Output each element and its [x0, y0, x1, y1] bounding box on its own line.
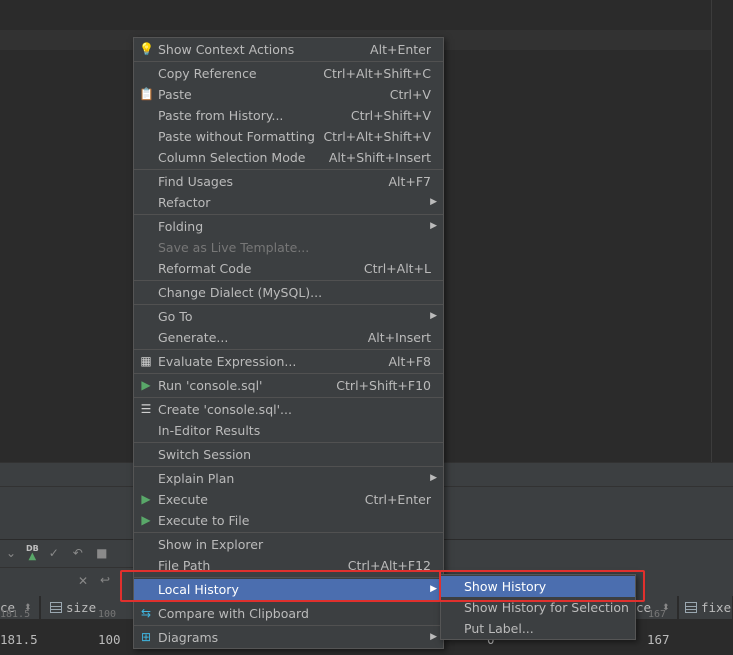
- menu-separator: [134, 397, 443, 398]
- menu-item-save-as-live-template: Save as Live Template...: [158, 240, 310, 255]
- column-header-label: size: [66, 600, 97, 615]
- diagram-icon: ⊞: [140, 630, 152, 644]
- menu-item-find-usages[interactable]: Find Usages Alt+F7: [134, 171, 443, 192]
- clipboard-icon: 📋: [139, 87, 154, 101]
- menu-item-folding[interactable]: Folding ▶: [134, 216, 443, 237]
- editor-scroll-strip[interactable]: [712, 0, 733, 462]
- menu-item-generate[interactable]: Generate... Alt+Insert: [134, 327, 443, 348]
- rollback-icon[interactable]: ↶: [69, 546, 87, 560]
- menu-item-file-path[interactable]: File Path Ctrl+Alt+F12: [134, 555, 443, 576]
- column-header-label: fixe: [701, 600, 732, 615]
- menu-item-in-editor-results[interactable]: In-Editor Results: [134, 420, 443, 441]
- grid-cell[interactable]: 167: [647, 630, 670, 650]
- execute-to-file-icon: ▶: [141, 513, 151, 527]
- execute-icon: ▶: [141, 492, 151, 506]
- grid-cell[interactable]: 181.5: [0, 610, 30, 620]
- menu-item-show-in-explorer[interactable]: Show in Explorer: [134, 534, 443, 555]
- menu-item-compare-with-clipboard[interactable]: ⇆ Compare with Clipboard: [134, 603, 443, 624]
- database-icon: ☰: [140, 402, 152, 416]
- submenu-arrow-icon: ▶: [430, 221, 437, 231]
- column-header[interactable]: size: [41, 596, 134, 620]
- stop-icon[interactable]: ■: [93, 546, 111, 560]
- menu-item-copy-reference[interactable]: Copy Reference Ctrl+Alt+Shift+C: [134, 63, 443, 84]
- menu-item-evaluate-expression[interactable]: ▦ Evaluate Expression... Alt+F8: [134, 351, 443, 372]
- menu-separator: [134, 214, 443, 215]
- menu-separator: [134, 601, 443, 602]
- menu-item-reformat-code[interactable]: Reformat Code Ctrl+Alt+L: [134, 258, 443, 279]
- menu-item-execute-to-file[interactable]: ▶ Execute to File: [134, 510, 443, 531]
- submenu-item-show-history-for-selection[interactable]: Show History for Selection: [441, 597, 635, 618]
- column-icon: [685, 602, 697, 613]
- menu-item-explain-plan[interactable]: Explain Plan ▶: [134, 468, 443, 489]
- results-toolbar: ⌄ DB ▲ ✓ ↶ ■: [0, 540, 134, 566]
- menu-item-refactor[interactable]: Refactor ▶: [134, 192, 443, 213]
- grid-cell[interactable]: 167: [648, 610, 666, 620]
- menu-item-change-dialect[interactable]: Change Dialect (MySQL)...: [134, 282, 443, 303]
- menu-separator: [134, 280, 443, 281]
- menu-item-run-console-sql[interactable]: ▶ Run 'console.sql' Ctrl+Shift+F10: [134, 375, 443, 396]
- menu-item-paste[interactable]: 📋 Paste Ctrl+V: [134, 84, 443, 105]
- menu-item-show-context-actions[interactable]: 💡 Show Context Actions Alt+Enter: [134, 39, 443, 60]
- revert-icon[interactable]: ↩: [100, 573, 110, 587]
- menu-item-diagrams[interactable]: ⊞ Diagrams ▶: [134, 627, 443, 648]
- menu-separator: [134, 442, 443, 443]
- menu-item-go-to[interactable]: Go To ▶: [134, 306, 443, 327]
- grid-cell[interactable]: 100: [98, 610, 116, 620]
- menu-item-paste-from-history[interactable]: Paste from History... Ctrl+Shift+V: [134, 105, 443, 126]
- menu-separator: [134, 349, 443, 350]
- compare-icon: ⇆: [140, 606, 152, 620]
- menu-separator: [134, 169, 443, 170]
- run-icon: ▶: [141, 378, 151, 392]
- lightbulb-icon: 💡: [139, 42, 154, 56]
- grid-cell[interactable]: 181.5: [0, 630, 38, 650]
- local-history-submenu: Show History Show History for Selection …: [440, 574, 636, 640]
- menu-separator: [134, 61, 443, 62]
- grid-cell[interactable]: 100: [98, 630, 121, 650]
- menu-separator: [134, 373, 443, 374]
- column-icon: [50, 602, 62, 613]
- editor-context-menu: 💡 Show Context Actions Alt+Enter Copy Re…: [133, 37, 444, 649]
- db-submit-icon[interactable]: DB ▲: [26, 545, 39, 562]
- menu-item-create-console-sql[interactable]: ☰ Create 'console.sql'...: [134, 399, 443, 420]
- submenu-arrow-icon: ▶: [430, 311, 437, 321]
- submenu-arrow-icon: ▶: [430, 473, 437, 483]
- submenu-arrow-icon: ▶: [430, 584, 437, 594]
- menu-separator: [134, 532, 443, 533]
- menu-item-switch-session[interactable]: Switch Session: [134, 444, 443, 465]
- submenu-arrow-icon: ▶: [430, 197, 437, 207]
- column-header[interactable]: fixe: [679, 596, 733, 620]
- submenu-arrow-icon: ▶: [430, 632, 437, 642]
- commit-check-icon[interactable]: ✓: [45, 546, 63, 560]
- menu-separator: [134, 577, 443, 578]
- menu-separator: [134, 625, 443, 626]
- clear-filter-icon[interactable]: ✕: [78, 574, 88, 588]
- filter-row: ✕ ↩: [0, 567, 134, 595]
- menu-separator: [134, 304, 443, 305]
- menu-item-local-history[interactable]: Local History ▶: [134, 579, 443, 600]
- calculator-icon: ▦: [140, 354, 152, 368]
- submenu-item-show-history[interactable]: Show History: [441, 576, 635, 597]
- menu-separator: [134, 466, 443, 467]
- submenu-item-put-label[interactable]: Put Label...: [441, 618, 635, 639]
- menu-item-execute[interactable]: ▶ Execute Ctrl+Enter: [134, 489, 443, 510]
- chevron-down-icon[interactable]: ⌄: [2, 546, 20, 560]
- menu-item-paste-without-formatting[interactable]: Paste without Formatting Ctrl+Alt+Shift+…: [134, 126, 443, 147]
- menu-item-column-selection-mode[interactable]: Column Selection Mode Alt+Shift+Insert: [134, 147, 443, 168]
